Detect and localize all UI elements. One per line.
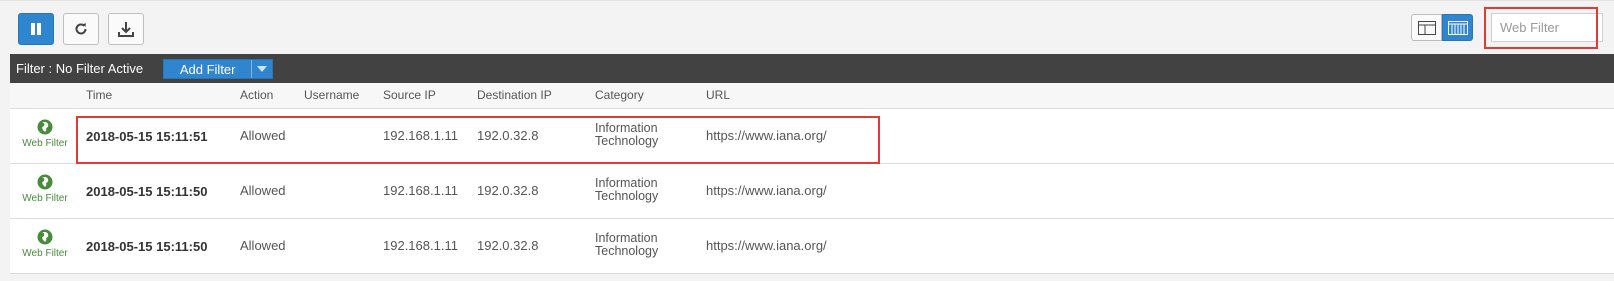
- url-cell[interactable]: https://www.iana.org/: [706, 238, 827, 253]
- module-cell: Web Filter: [20, 229, 70, 259]
- action-cell: Allowed: [240, 238, 286, 253]
- filter-status-label: Filter : No Filter Active: [16, 61, 144, 76]
- source-ip-cell: 192.168.1.11: [383, 238, 458, 253]
- globe-icon: [37, 174, 53, 190]
- column-header-username[interactable]: Username: [304, 88, 359, 102]
- category-line-1: Information: [595, 231, 658, 245]
- column-header-destination-ip[interactable]: Destination IP: [477, 88, 552, 102]
- category-line-1: Information: [595, 176, 658, 190]
- search-input[interactable]: [1491, 13, 1603, 42]
- url-cell[interactable]: https://www.iana.org/: [706, 183, 827, 198]
- pause-icon: [31, 23, 41, 35]
- download-icon: [118, 22, 134, 37]
- filter-bar: Filter : No Filter Active Add Filter: [10, 54, 1614, 83]
- category-line-2: Technology: [595, 189, 659, 203]
- chevron-down-icon: [257, 66, 268, 72]
- table-row[interactable]: Web Filter 2018-05-15 15:11:51 Allowed 1…: [10, 109, 1614, 164]
- add-filter-dropdown[interactable]: [251, 60, 272, 78]
- module-label: Web Filter: [22, 193, 68, 204]
- pause-button[interactable]: [18, 13, 54, 45]
- destination-ip-cell: 192.0.32.8: [477, 183, 539, 198]
- split-view-toggle[interactable]: [1411, 14, 1442, 41]
- split-view-icon: [1417, 20, 1436, 35]
- module-cell: Web Filter: [20, 119, 70, 149]
- grid-view-toggle[interactable]: [1442, 14, 1473, 41]
- time-cell: 2018-05-15 15:11:50: [86, 239, 208, 254]
- column-header-source-ip[interactable]: Source IP: [383, 88, 436, 102]
- column-header-time[interactable]: Time: [86, 88, 112, 102]
- action-cell: Allowed: [240, 183, 286, 198]
- grid-view-icon: [1447, 20, 1468, 35]
- category-line-1: Information: [595, 121, 658, 135]
- column-header-category[interactable]: Category: [595, 88, 644, 102]
- column-header-action[interactable]: Action: [240, 88, 273, 102]
- table-header: Time Action Username Source IP Destinati…: [10, 83, 1614, 109]
- module-label: Web Filter: [22, 138, 68, 149]
- category-line-2: Technology: [595, 244, 659, 258]
- table-row[interactable]: Web Filter 2018-05-15 15:11:50 Allowed 1…: [10, 219, 1614, 274]
- category-line-2: Technology: [595, 134, 659, 148]
- globe-icon: [37, 229, 53, 245]
- destination-ip-cell: 192.0.32.8: [477, 238, 539, 253]
- category-cell: Information Technology: [595, 177, 658, 203]
- time-cell: 2018-05-15 15:11:50: [86, 184, 208, 199]
- globe-icon: [37, 119, 53, 135]
- add-filter-label: Add Filter: [179, 61, 236, 77]
- source-ip-cell: 192.168.1.11: [383, 128, 458, 143]
- module-label: Web Filter: [22, 248, 68, 259]
- category-cell: Information Technology: [595, 232, 658, 258]
- add-filter-button[interactable]: Add Filter: [163, 59, 273, 79]
- module-cell: Web Filter: [20, 174, 70, 204]
- time-cell: 2018-05-15 15:11:51: [86, 129, 208, 144]
- download-button[interactable]: [108, 13, 144, 45]
- category-cell: Information Technology: [595, 122, 658, 148]
- url-cell[interactable]: https://www.iana.org/: [706, 128, 827, 143]
- refresh-icon: [75, 23, 87, 35]
- table-row[interactable]: Web Filter 2018-05-15 15:11:50 Allowed 1…: [10, 164, 1614, 219]
- column-header-url[interactable]: URL: [706, 88, 730, 102]
- refresh-button[interactable]: [63, 13, 99, 45]
- source-ip-cell: 192.168.1.11: [383, 183, 458, 198]
- toolbar: [0, 0, 1614, 54]
- action-cell: Allowed: [240, 128, 286, 143]
- destination-ip-cell: 192.0.32.8: [477, 128, 539, 143]
